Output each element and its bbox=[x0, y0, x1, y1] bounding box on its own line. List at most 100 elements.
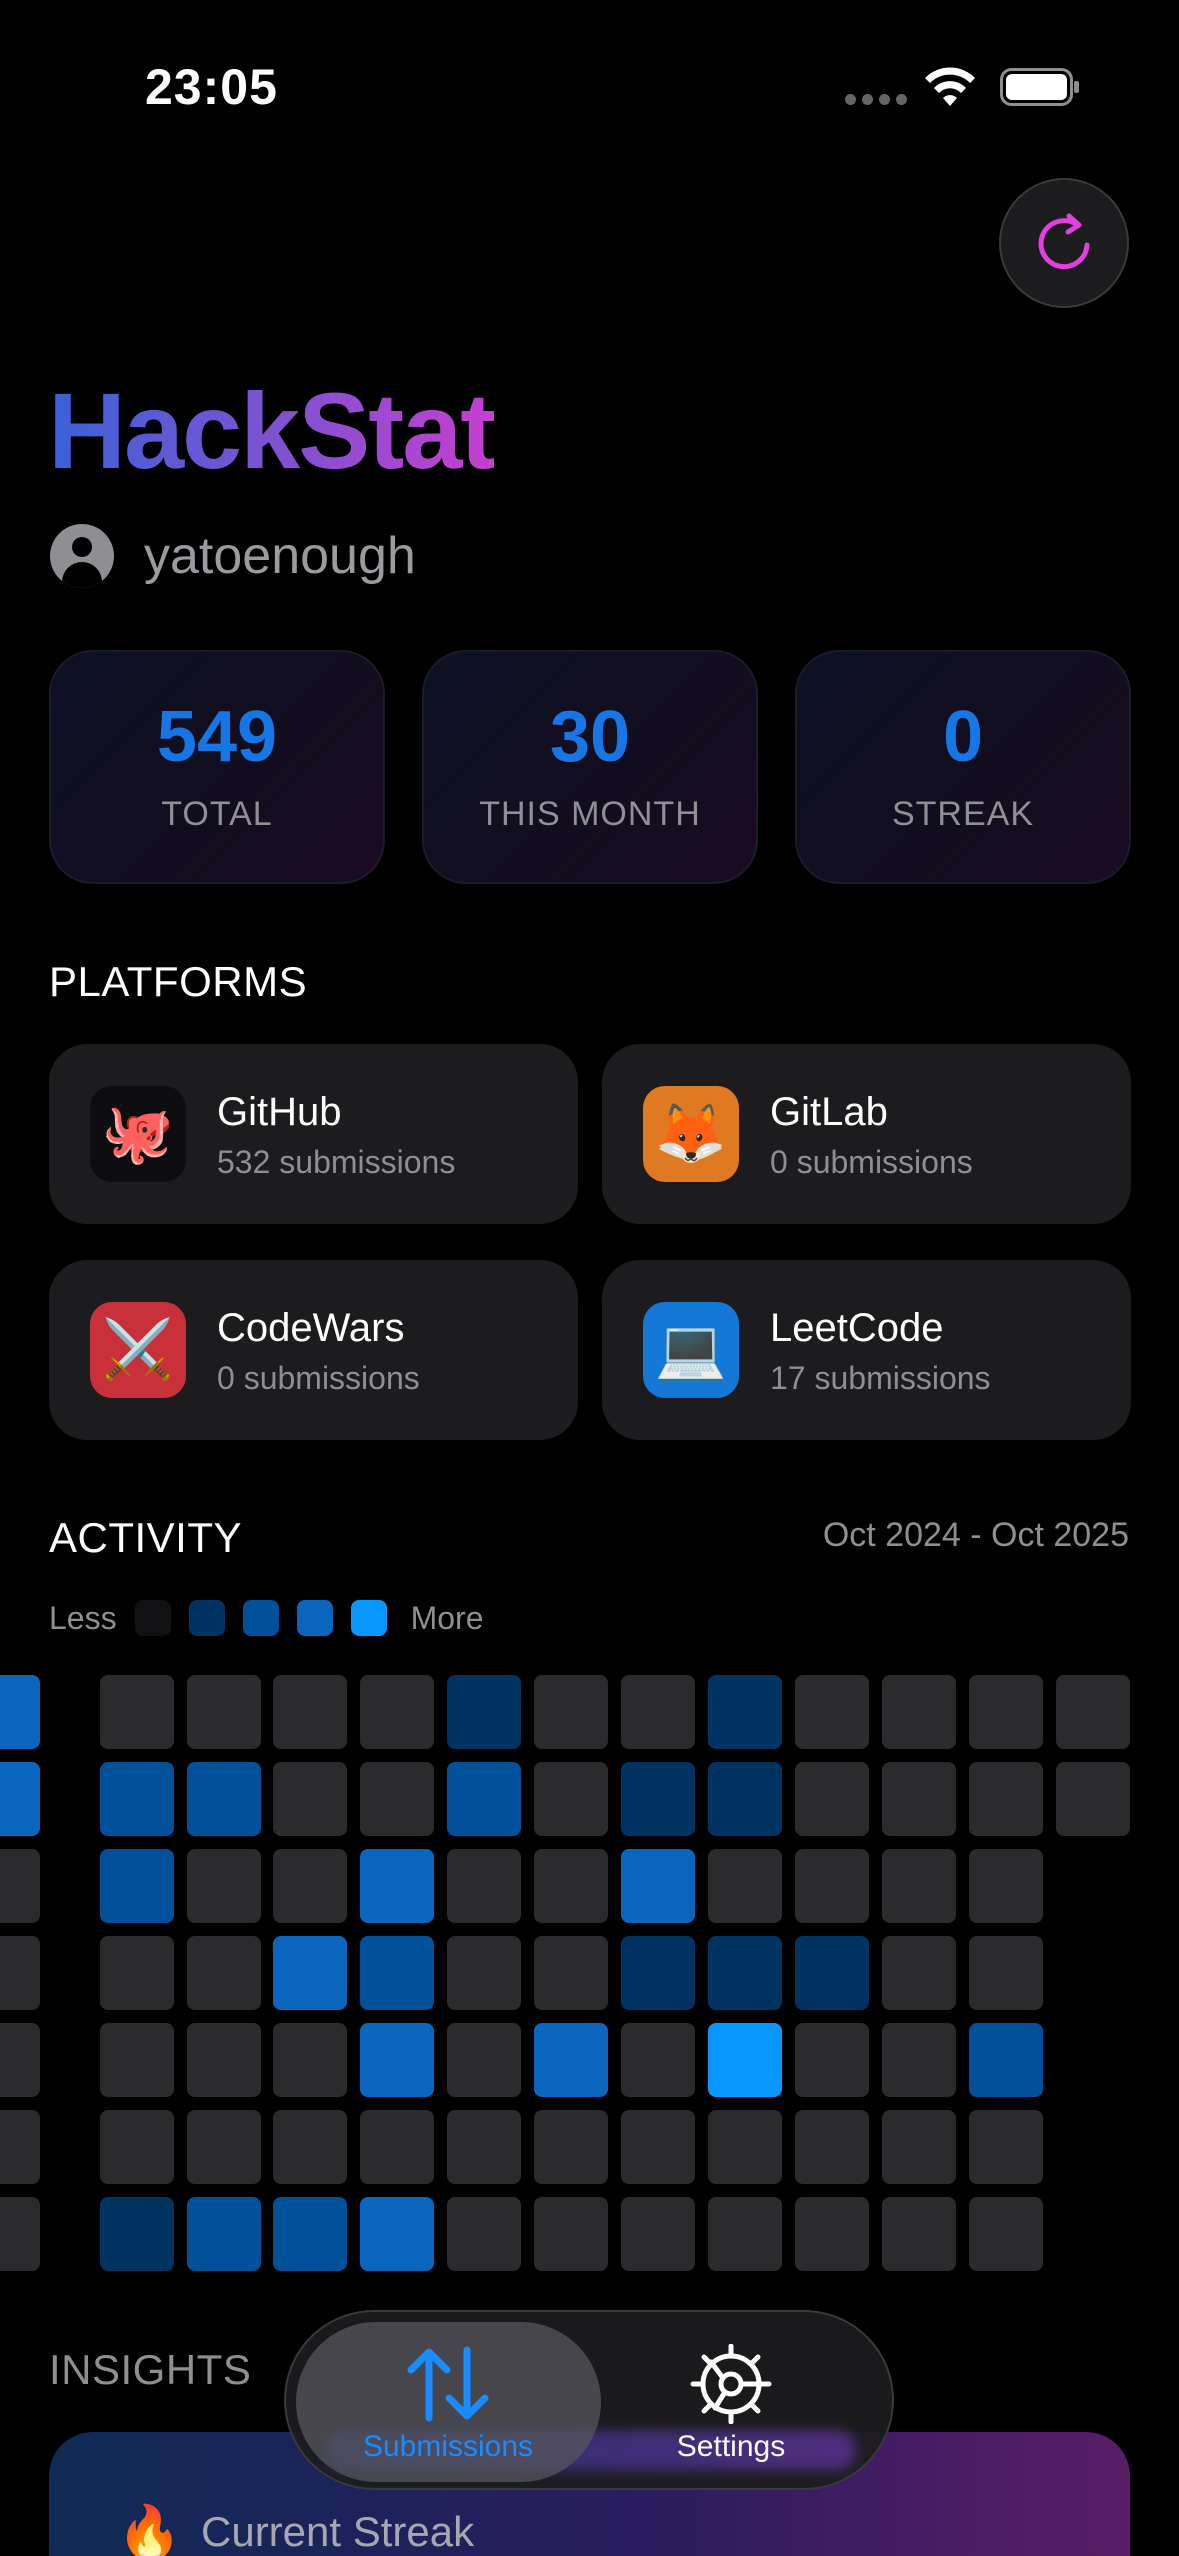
activity-cell bbox=[360, 2110, 434, 2184]
platforms-heading: PLATFORMS bbox=[49, 958, 308, 1005]
activity-cell bbox=[534, 2197, 608, 2271]
activity-cell bbox=[273, 1675, 347, 1749]
activity-cell bbox=[534, 1849, 608, 1923]
activity-cell bbox=[0, 1675, 40, 1749]
activity-cell bbox=[100, 1762, 174, 1836]
activity-cell bbox=[708, 2110, 782, 2184]
activity-cell bbox=[621, 1849, 695, 1923]
platform-card-codewars[interactable]: ⚔️ CodeWars 0 submissions bbox=[49, 1260, 578, 1440]
codewars-swords-icon: ⚔️ bbox=[90, 1302, 186, 1398]
tab-settings[interactable]: Settings bbox=[586, 2312, 876, 2492]
activity-cell bbox=[360, 1936, 434, 2010]
legend-more-label: More bbox=[410, 1599, 484, 1636]
gear-icon bbox=[690, 2344, 772, 2424]
activity-cell bbox=[1056, 1675, 1130, 1749]
activity-cell bbox=[708, 1849, 782, 1923]
activity-cell bbox=[969, 1675, 1043, 1749]
activity-cell bbox=[187, 2023, 261, 2097]
activity-cell bbox=[1056, 1762, 1130, 1836]
activity-cell bbox=[534, 1675, 608, 1749]
activity-cell bbox=[447, 1762, 521, 1836]
stat-value: 0 bbox=[942, 696, 984, 777]
activity-cell bbox=[882, 1849, 956, 1923]
activity-cell bbox=[882, 2197, 956, 2271]
activity-cell bbox=[360, 1762, 434, 1836]
activity-cell bbox=[621, 2197, 695, 2271]
activity-cell bbox=[0, 2023, 40, 2097]
activity-cell bbox=[534, 2110, 608, 2184]
gitlab-fox-icon: 🦊 bbox=[643, 1086, 739, 1182]
activity-cell bbox=[882, 2110, 956, 2184]
activity-cell bbox=[708, 2023, 782, 2097]
username: yatoenough bbox=[144, 527, 416, 585]
stat-label: THIS MONTH bbox=[479, 794, 701, 833]
cellular-signal-icon bbox=[845, 94, 907, 108]
activity-cell bbox=[621, 2023, 695, 2097]
activity-cell bbox=[447, 2110, 521, 2184]
activity-cell bbox=[100, 1936, 174, 2010]
activity-cell bbox=[969, 2197, 1043, 2271]
platform-name: GitHub bbox=[217, 1089, 342, 1134]
activity-cell bbox=[0, 2197, 40, 2271]
activity-cell bbox=[882, 1762, 956, 1836]
activity-cell bbox=[795, 1675, 869, 1749]
activity-cell bbox=[969, 1936, 1043, 2010]
activity-cell bbox=[447, 1675, 521, 1749]
activity-cell bbox=[882, 1675, 956, 1749]
activity-cell bbox=[100, 2023, 174, 2097]
platform-count: 0 submissions bbox=[217, 1359, 420, 1396]
activity-cell bbox=[447, 2197, 521, 2271]
activity-cell bbox=[273, 1936, 347, 2010]
activity-cell bbox=[273, 2197, 347, 2271]
activity-cell bbox=[100, 1675, 174, 1749]
insights-heading: INSIGHTS bbox=[49, 2346, 252, 2393]
activity-date-range: Oct 2024 - Oct 2025 bbox=[822, 1516, 1129, 1554]
activity-cell bbox=[0, 2110, 40, 2184]
insight-title: Current Streak bbox=[201, 2508, 475, 2555]
refresh-button[interactable] bbox=[999, 178, 1129, 308]
fire-icon: 🔥 bbox=[117, 2504, 182, 2556]
activity-cell bbox=[273, 1849, 347, 1923]
stat-label: STREAK bbox=[891, 794, 1035, 833]
activity-cell bbox=[708, 1762, 782, 1836]
status-time: 23:05 bbox=[145, 59, 278, 115]
activity-cell bbox=[187, 1762, 261, 1836]
activity-cell bbox=[882, 1936, 956, 2010]
activity-cell bbox=[100, 2197, 174, 2271]
legend-swatch-0 bbox=[134, 1600, 171, 1636]
platform-count: 0 submissions bbox=[770, 1143, 973, 1180]
platform-count: 17 submissions bbox=[770, 1359, 991, 1396]
platform-name: LeetCode bbox=[770, 1305, 944, 1350]
platform-card-leetcode[interactable]: 💻 LeetCode 17 submissions bbox=[602, 1260, 1131, 1440]
activity-cell bbox=[708, 2197, 782, 2271]
activity-cell bbox=[708, 1936, 782, 2010]
activity-legend: Less More bbox=[49, 1598, 484, 1638]
tab-label: Submissions bbox=[362, 2430, 534, 2463]
activity-cell bbox=[447, 2023, 521, 2097]
wifi-icon bbox=[925, 67, 975, 106]
activity-cell bbox=[273, 2023, 347, 2097]
refresh-icon bbox=[1038, 213, 1090, 270]
activity-cell bbox=[187, 1675, 261, 1749]
platform-card-github[interactable]: 🐙 GitHub 532 submissions bbox=[49, 1044, 578, 1224]
activity-cell bbox=[795, 1849, 869, 1923]
activity-cell bbox=[360, 1675, 434, 1749]
tab-bar: Submissions Settings bbox=[284, 2310, 894, 2490]
activity-cell bbox=[273, 2110, 347, 2184]
activity-cell bbox=[795, 2023, 869, 2097]
activity-cell bbox=[795, 2197, 869, 2271]
legend-swatch-3 bbox=[296, 1600, 333, 1636]
stat-card-total: 549 TOTAL bbox=[49, 650, 385, 884]
platform-card-gitlab[interactable]: 🦊 GitLab 0 submissions bbox=[602, 1044, 1131, 1224]
activity-cell bbox=[273, 1762, 347, 1836]
activity-cell bbox=[447, 1849, 521, 1923]
platform-name: GitLab bbox=[770, 1089, 888, 1134]
activity-cell bbox=[534, 1936, 608, 2010]
legend-swatch-2 bbox=[242, 1600, 279, 1636]
legend-swatch-1 bbox=[188, 1600, 225, 1636]
arrows-up-down-icon bbox=[407, 2346, 489, 2422]
tab-submissions[interactable]: Submissions bbox=[303, 2312, 593, 2492]
activity-cell bbox=[621, 2110, 695, 2184]
stat-label: TOTAL bbox=[161, 794, 273, 833]
activity-cell bbox=[969, 2110, 1043, 2184]
